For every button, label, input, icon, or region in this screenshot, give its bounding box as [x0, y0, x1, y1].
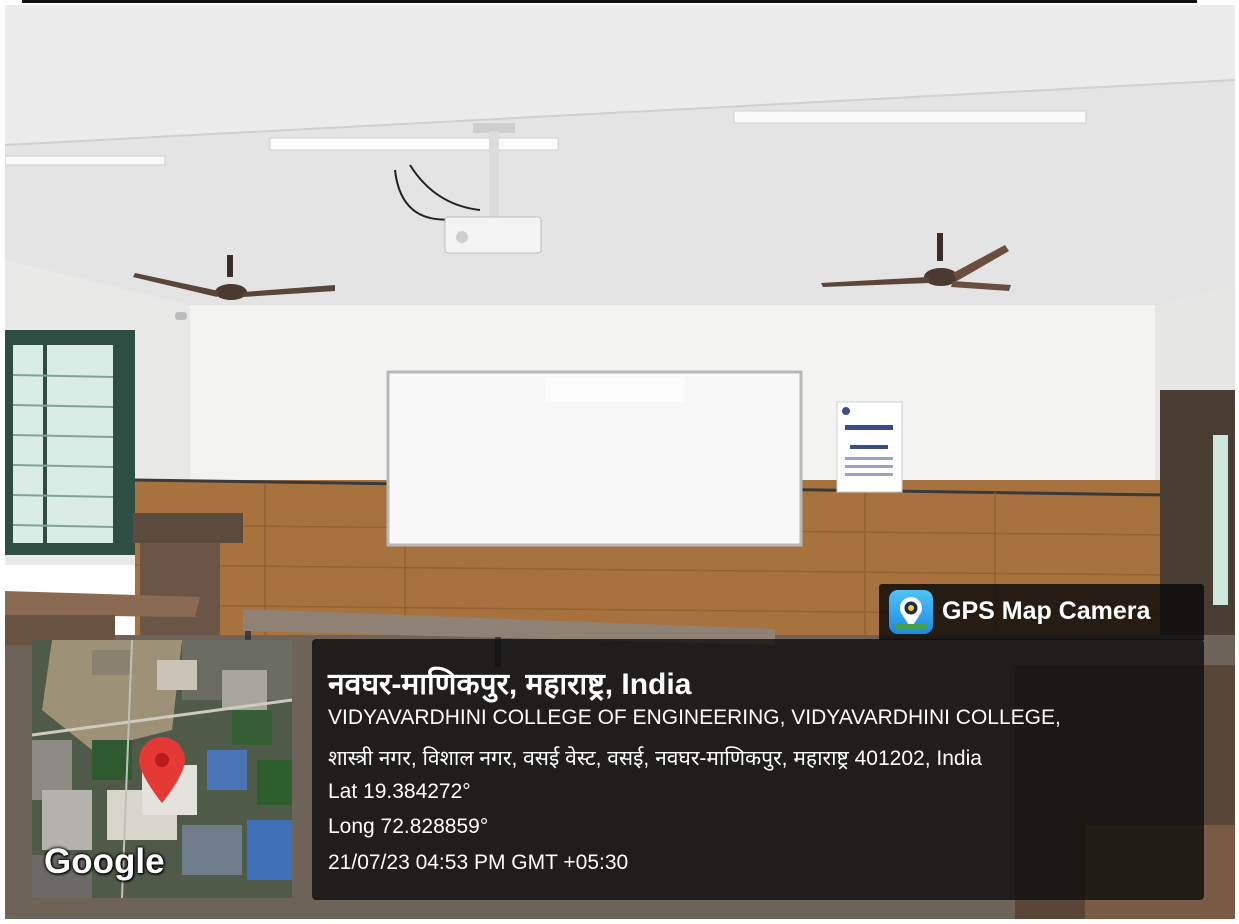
- map-provider-logo: Google: [44, 842, 165, 881]
- satellite-map-thumbnail: Google: [32, 640, 292, 898]
- map-camera-icon: [889, 590, 933, 634]
- tube-light: [5, 155, 166, 166]
- cctv-camera: [175, 312, 187, 320]
- window: [5, 330, 135, 555]
- latitude: Lat 19.384272°: [328, 780, 471, 803]
- longitude: Long 72.828859°: [328, 815, 489, 838]
- tube-light: [269, 137, 559, 151]
- address-line-1: VIDYAVARDHINI COLLEGE OF ENGINEERING, VI…: [328, 706, 1061, 729]
- app-badge-label: GPS Map Camera: [942, 597, 1151, 625]
- datetime: 21/07/23 04:53 PM GMT +05:30: [328, 851, 629, 874]
- location-info-panel: नवघर-माणिकपुर, महाराष्ट्र, India VIDYAVA…: [312, 639, 1204, 900]
- app-badge: GPS Map Camera: [879, 584, 1204, 640]
- tube-light: [733, 110, 1087, 124]
- notice-poster: [836, 401, 903, 493]
- location-title: नवघर-माणिकपुर, महाराष्ट्र, India: [328, 668, 692, 701]
- top-frame-strip: [22, 0, 1197, 3]
- address-line-2: शास्त्री नगर, विशाल नगर, वसई वेस्ट, वसई,…: [328, 747, 982, 770]
